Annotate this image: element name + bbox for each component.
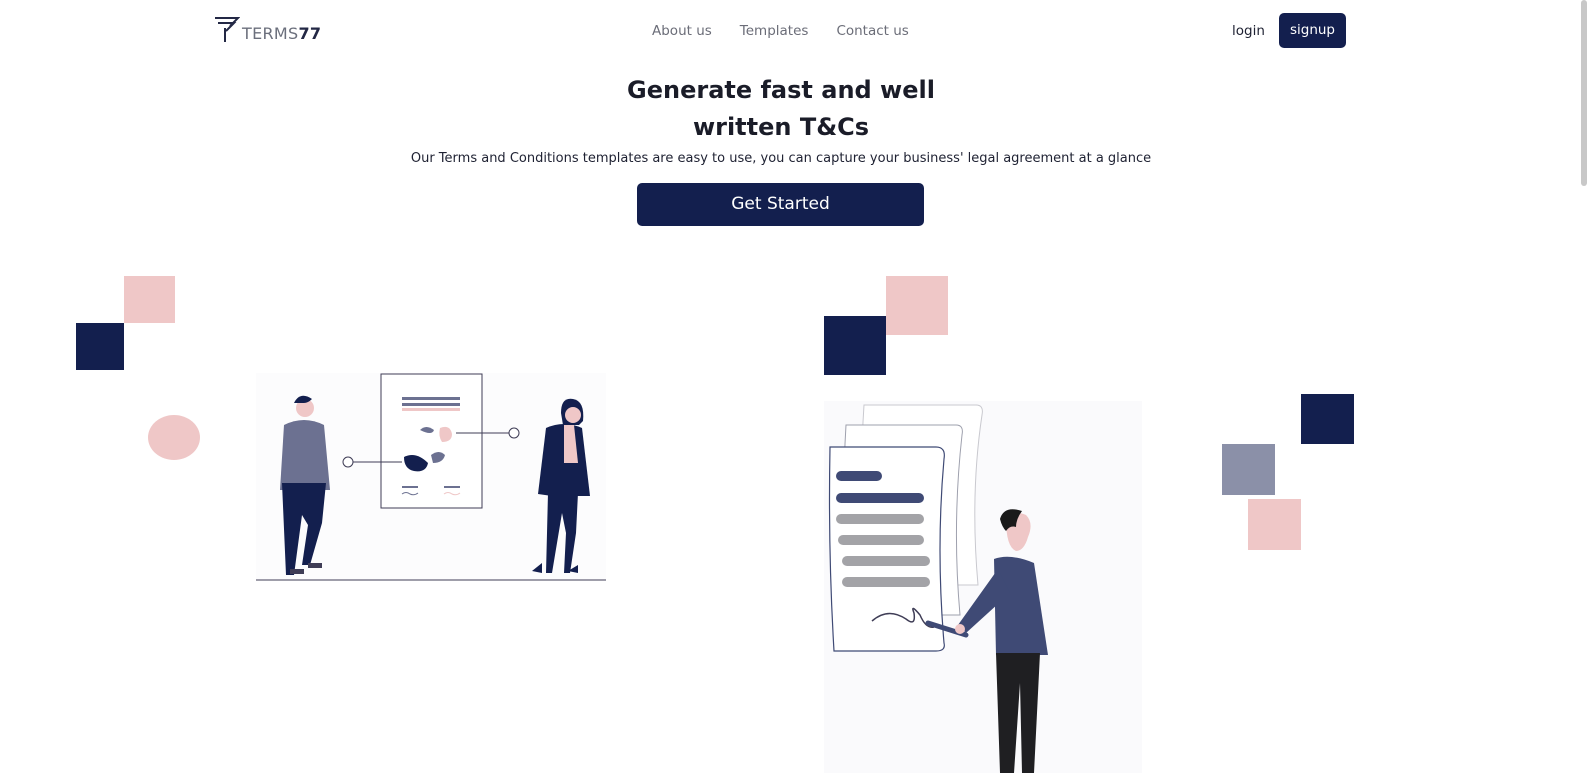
- signing-contract-illustration: [824, 401, 1142, 773]
- brand-name: TERMS77: [242, 24, 322, 43]
- signup-button[interactable]: signup: [1279, 13, 1346, 48]
- get-started-button[interactable]: Get Started: [637, 183, 924, 226]
- decor-pink-square: [886, 276, 948, 335]
- brand-logo[interactable]: TERMS77: [214, 16, 321, 44]
- decor-pink-circle: [148, 415, 200, 460]
- page-scrollbar[interactable]: [1568, 0, 1590, 773]
- nav-about-us[interactable]: About us: [652, 22, 712, 40]
- hero-subtitle: Our Terms and Conditions templates are e…: [410, 151, 1152, 166]
- site-header: TERMS77 About us Templates Contact us lo…: [0, 0, 1568, 62]
- hero-title-line-1: Generate fast and well: [627, 76, 935, 104]
- hero-title-line-2: written T&Cs: [692, 113, 870, 141]
- main-nav: About us Templates Contact us: [652, 22, 937, 40]
- collaboration-illustration: [256, 373, 606, 581]
- decor-pink-square: [1248, 499, 1301, 550]
- decor-pink-square: [124, 276, 175, 323]
- decor-navy-square: [1301, 394, 1354, 444]
- nav-templates[interactable]: Templates: [740, 22, 809, 40]
- nav-contact-us[interactable]: Contact us: [836, 22, 908, 40]
- terms77-logo-icon: [215, 17, 240, 42]
- hero-title: Generate fast and well written T&Cs: [0, 72, 1562, 146]
- decor-slate-square: [1222, 444, 1275, 495]
- scrollbar-thumb[interactable]: [1581, 0, 1587, 186]
- decor-navy-square: [824, 316, 886, 375]
- login-link[interactable]: login: [1232, 22, 1265, 40]
- decor-navy-square: [76, 323, 124, 370]
